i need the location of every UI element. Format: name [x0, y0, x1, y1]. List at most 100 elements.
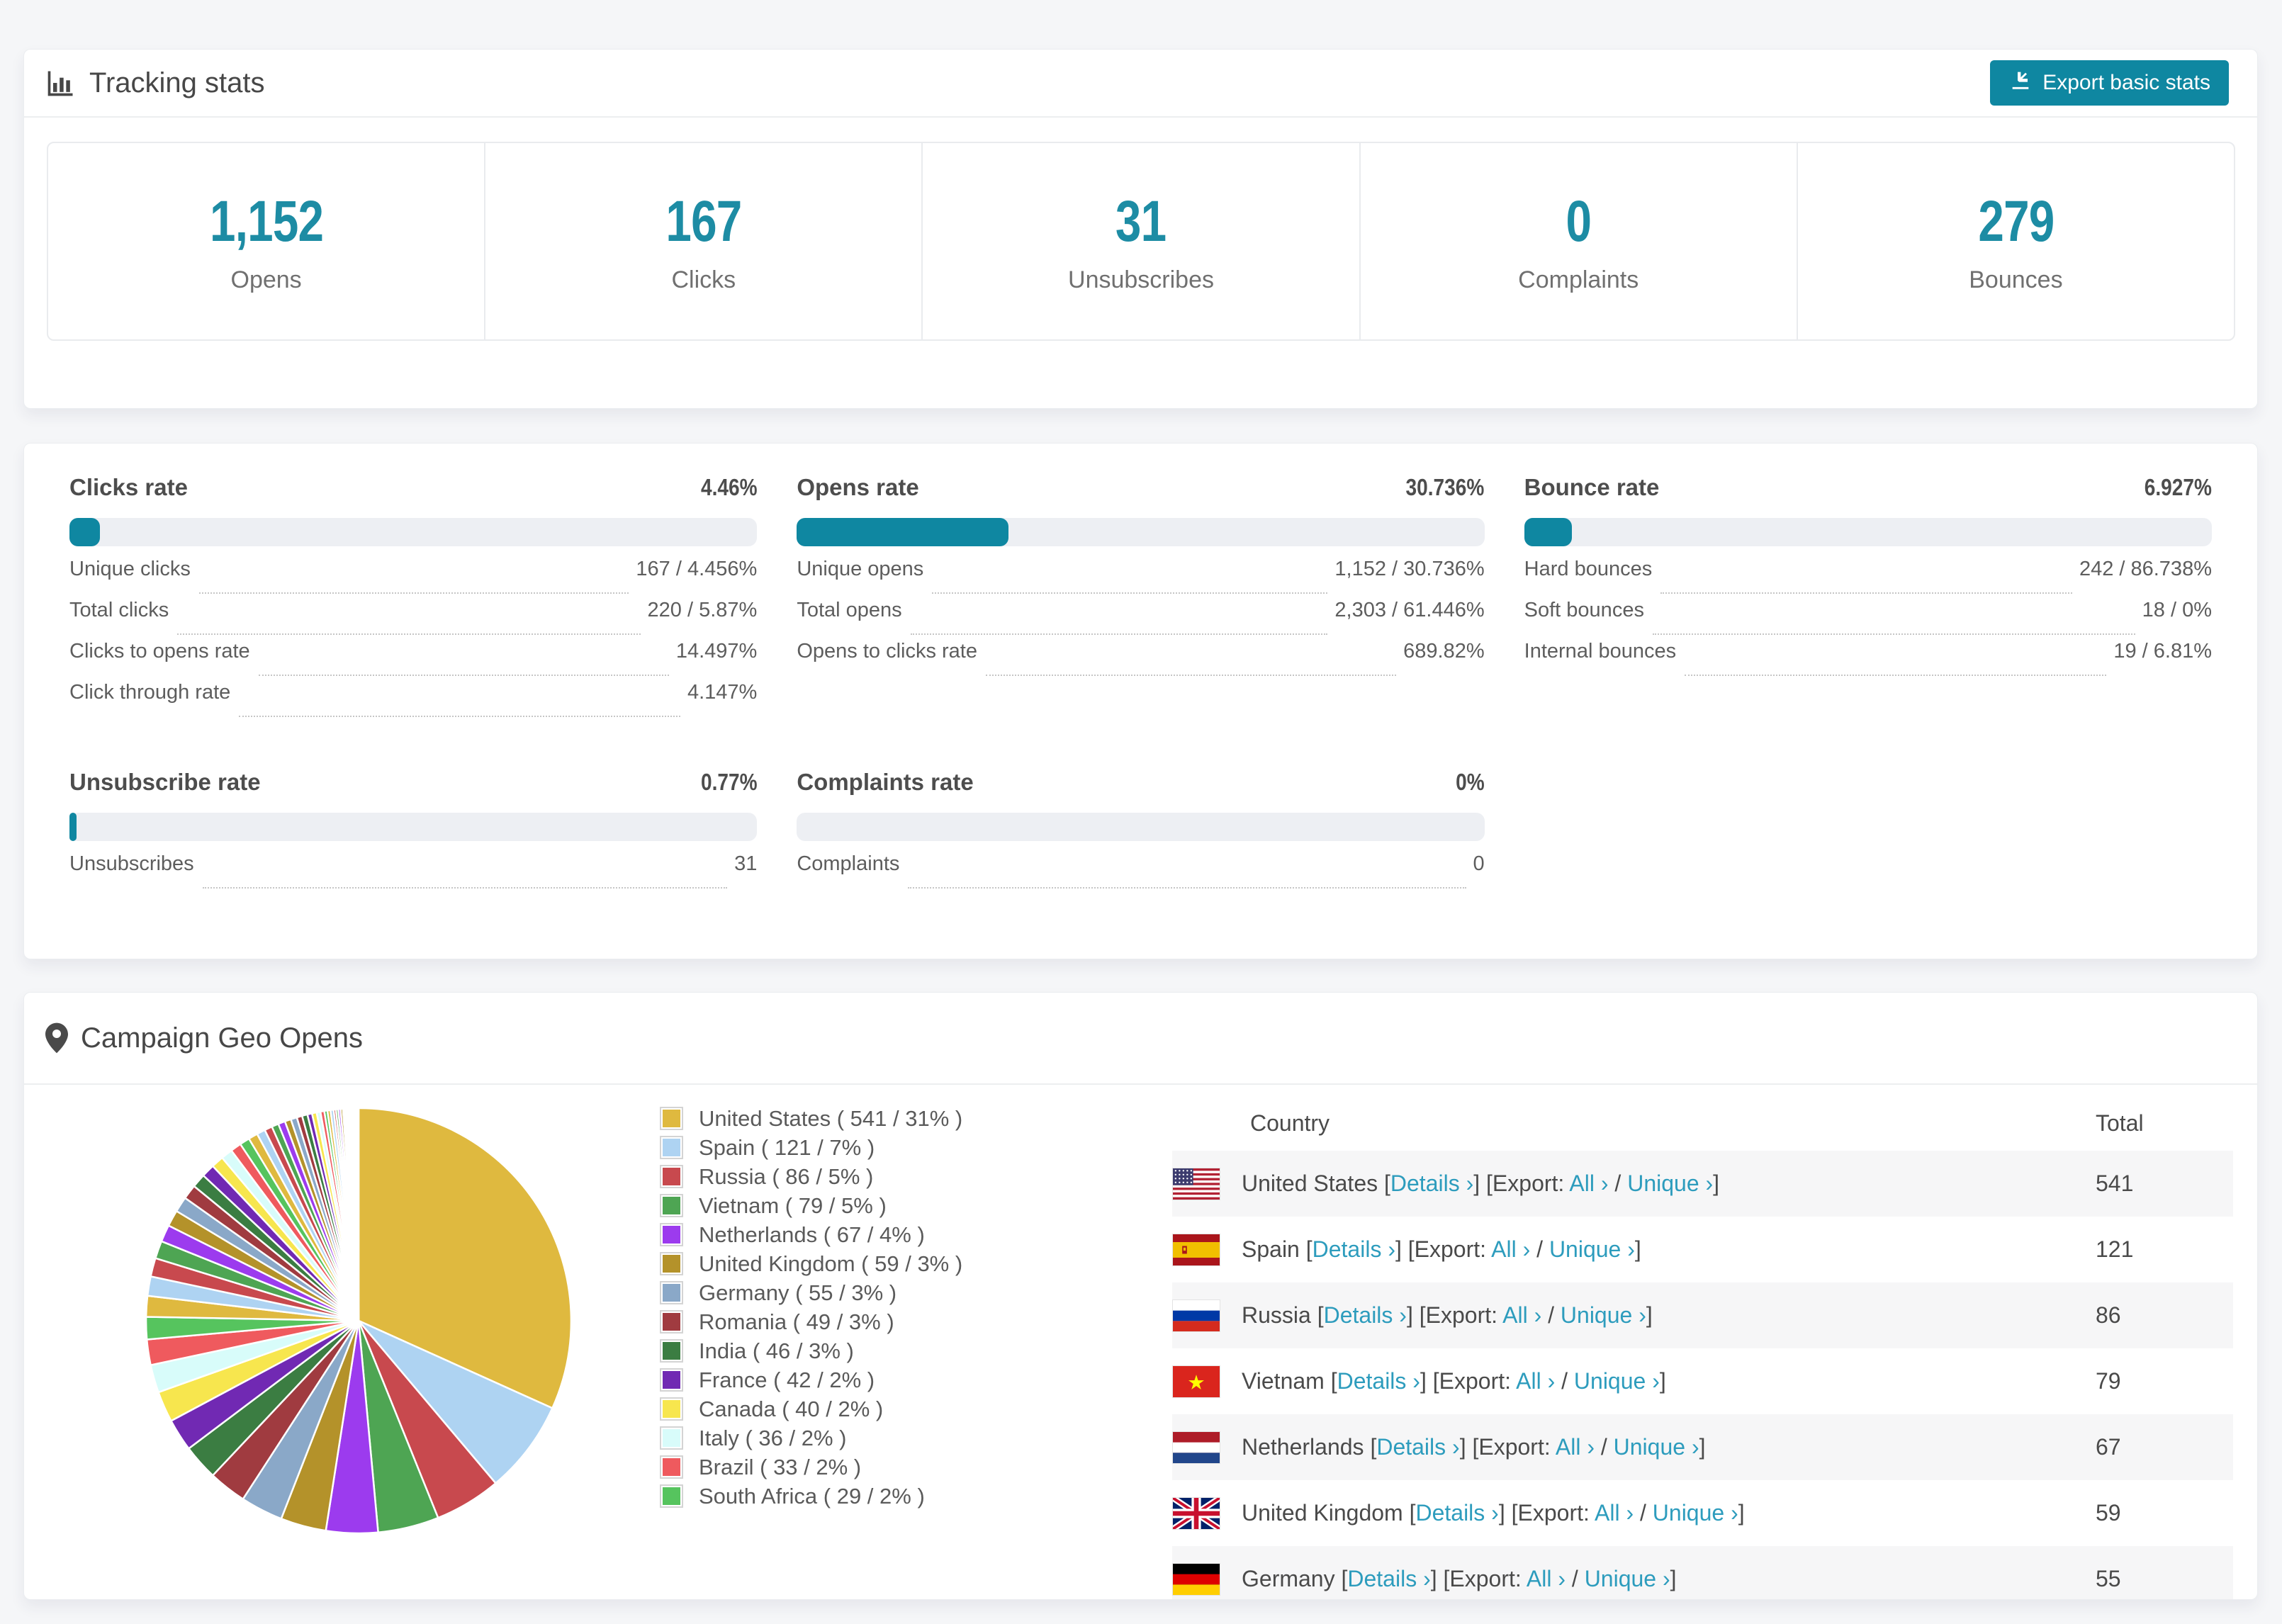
- details-link[interactable]: Details ›: [1347, 1566, 1430, 1591]
- rate-row-label: Total opens: [797, 599, 902, 621]
- summary-stat-complaints: 0 Complaints: [1361, 143, 1798, 339]
- stat-label: Clicks: [671, 266, 736, 293]
- rate-row-hard-bounces: Hard bounces 242 / 86.738%: [1524, 558, 2212, 599]
- geo-header: Campaign Geo Opens: [24, 993, 2257, 1085]
- rate-row-value: 4.147%: [687, 681, 758, 704]
- export-all-link[interactable]: All ›: [1595, 1500, 1634, 1526]
- country-name: Vietnam [: [1242, 1368, 1337, 1394]
- rate-section-opens-rate: Opens rate 30.736% Unique opens 1,152 / …: [797, 474, 1485, 722]
- legend-item-india: India ( 46 / 3% ): [660, 1336, 962, 1365]
- country-name: Netherlands [: [1242, 1434, 1377, 1460]
- summary-stats-row: 1,152 Opens 167 Clicks 31 Unsubscribes 0…: [47, 142, 2235, 341]
- rate-row-total-opens: Total opens 2,303 / 61.446%: [797, 599, 1485, 640]
- flag-es-icon: [1172, 1233, 1220, 1266]
- export-all-link[interactable]: All ›: [1491, 1236, 1530, 1262]
- rate-progress-track: [1524, 518, 2212, 546]
- stat-value: 0: [1566, 189, 1592, 254]
- export-all-link[interactable]: All ›: [1516, 1368, 1555, 1394]
- details-link[interactable]: Details ›: [1390, 1171, 1473, 1196]
- rate-row-value: 1,152 / 30.736%: [1334, 558, 1485, 580]
- legend-label: Italy ( 36 / 2% ): [699, 1425, 847, 1450]
- legend-item-united-states: United States ( 541 / 31% ): [660, 1104, 962, 1133]
- legend-swatch-icon: [660, 1223, 683, 1246]
- country-total: 59: [2096, 1500, 2121, 1526]
- legend-swatch-icon: [660, 1484, 683, 1508]
- rate-row-value: 14.497%: [675, 640, 758, 662]
- map-pin-icon: [45, 1022, 68, 1054]
- dotted-leader: [908, 887, 1466, 889]
- export-unique-link[interactable]: Unique ›: [1585, 1566, 1670, 1591]
- summary-stat-unsubscribes: 31 Unsubscribes: [923, 143, 1361, 339]
- dotted-leader: [1685, 675, 2107, 676]
- legend-swatch-icon: [660, 1252, 683, 1275]
- export-unique-link[interactable]: Unique ›: [1614, 1434, 1699, 1460]
- details-link[interactable]: Details ›: [1324, 1302, 1407, 1328]
- rate-value: 0.77%: [700, 769, 758, 795]
- rate-progress-track: [69, 813, 758, 841]
- stat-label: Unsubscribes: [1068, 266, 1214, 293]
- stat-value: 1,152: [209, 189, 324, 254]
- legend-label: Spain ( 121 / 7% ): [699, 1134, 875, 1160]
- legend-item-canada: Canada ( 40 / 2% ): [660, 1394, 962, 1423]
- legend-swatch-icon: [660, 1339, 683, 1363]
- rate-row-value: 19 / 6.81%: [2113, 640, 2212, 662]
- rate-title: Unsubscribe rate: [69, 769, 261, 795]
- stat-value: 31: [1115, 189, 1167, 254]
- details-link[interactable]: Details ›: [1415, 1500, 1498, 1526]
- geo-content: United States ( 541 / 31% ) Spain ( 121 …: [24, 1085, 2257, 1599]
- stat-label: Bounces: [1969, 266, 2063, 293]
- export-basic-stats-button[interactable]: Export basic stats: [1990, 60, 2229, 106]
- legend-label: Brazil ( 33 / 2% ): [699, 1454, 862, 1479]
- rate-row-value: 689.82%: [1403, 640, 1485, 662]
- country-name: United Kingdom [: [1242, 1500, 1416, 1526]
- rate-value: 30.736%: [1405, 474, 1485, 500]
- rate-title: Bounce rate: [1524, 474, 1660, 500]
- details-link[interactable]: Details ›: [1337, 1368, 1420, 1394]
- column-header-country: Country: [1250, 1110, 1330, 1136]
- export-unique-link[interactable]: Unique ›: [1549, 1236, 1635, 1262]
- rate-row-value: 0: [1473, 852, 1485, 875]
- legend-label: South Africa ( 29 / 2% ): [699, 1483, 925, 1509]
- rate-progress-fill: [1524, 518, 1572, 546]
- details-link[interactable]: Details ›: [1376, 1434, 1459, 1460]
- stat-label: Complaints: [1518, 266, 1639, 293]
- rate-progress-track: [69, 518, 758, 546]
- flag-gb-icon: [1171, 1494, 1222, 1532]
- dotted-leader: [258, 675, 669, 676]
- geo-table-row-netherlands: Netherlands [Details ›] [Export: All › /…: [1172, 1414, 2233, 1480]
- rate-row-soft-bounces: Soft bounces 18 / 0%: [1524, 599, 2212, 640]
- export-all-link[interactable]: All ›: [1569, 1171, 1608, 1196]
- rate-progress-fill: [69, 518, 101, 546]
- export-all-link[interactable]: All ›: [1527, 1566, 1566, 1591]
- rate-row-label: Unique clicks: [69, 558, 191, 580]
- legend-swatch-icon: [660, 1165, 683, 1188]
- pie-slice-other-48[interactable]: [356, 1107, 360, 1322]
- rate-row-label: Complaints: [797, 852, 900, 875]
- dotted-leader: [932, 592, 1328, 594]
- export-unique-link[interactable]: Unique ›: [1574, 1368, 1660, 1394]
- dotted-leader: [910, 633, 1328, 635]
- rate-section-complaints-rate: Complaints rate 0% Complaints 0: [797, 769, 1485, 893]
- country-total: 541: [2096, 1171, 2134, 1196]
- details-link[interactable]: Details ›: [1313, 1236, 1395, 1262]
- rate-row-value: 167 / 4.456%: [636, 558, 758, 580]
- rate-title: Clicks rate: [69, 474, 188, 500]
- legend-label: United States ( 541 / 31% ): [699, 1105, 963, 1131]
- dotted-leader: [198, 592, 629, 594]
- summary-stat-clicks: 167 Clicks: [485, 143, 923, 339]
- campaign-geo-opens-card: Campaign Geo Opens United States ( 541 /…: [23, 992, 2258, 1600]
- rate-row-value: 220 / 5.87%: [647, 599, 758, 621]
- export-all-link[interactable]: All ›: [1502, 1302, 1541, 1328]
- rates-grid: Clicks rate 4.46% Unique clicks 167 / 4.…: [69, 474, 2212, 893]
- export-unique-link[interactable]: Unique ›: [1561, 1302, 1646, 1328]
- export-unique-link[interactable]: Unique ›: [1627, 1171, 1713, 1196]
- export-all-link[interactable]: All ›: [1556, 1434, 1595, 1460]
- rate-row-internal-bounces: Internal bounces 19 / 6.81%: [1524, 640, 2212, 681]
- country-total: 55: [2096, 1566, 2121, 1591]
- export-icon: [2008, 68, 2033, 98]
- rate-value: 6.927%: [2144, 474, 2212, 500]
- country-name: Germany [: [1242, 1566, 1348, 1591]
- export-unique-link[interactable]: Unique ›: [1653, 1500, 1738, 1526]
- legend-label: United Kingdom ( 59 / 3% ): [699, 1251, 963, 1276]
- page-title: Tracking stats: [89, 67, 265, 98]
